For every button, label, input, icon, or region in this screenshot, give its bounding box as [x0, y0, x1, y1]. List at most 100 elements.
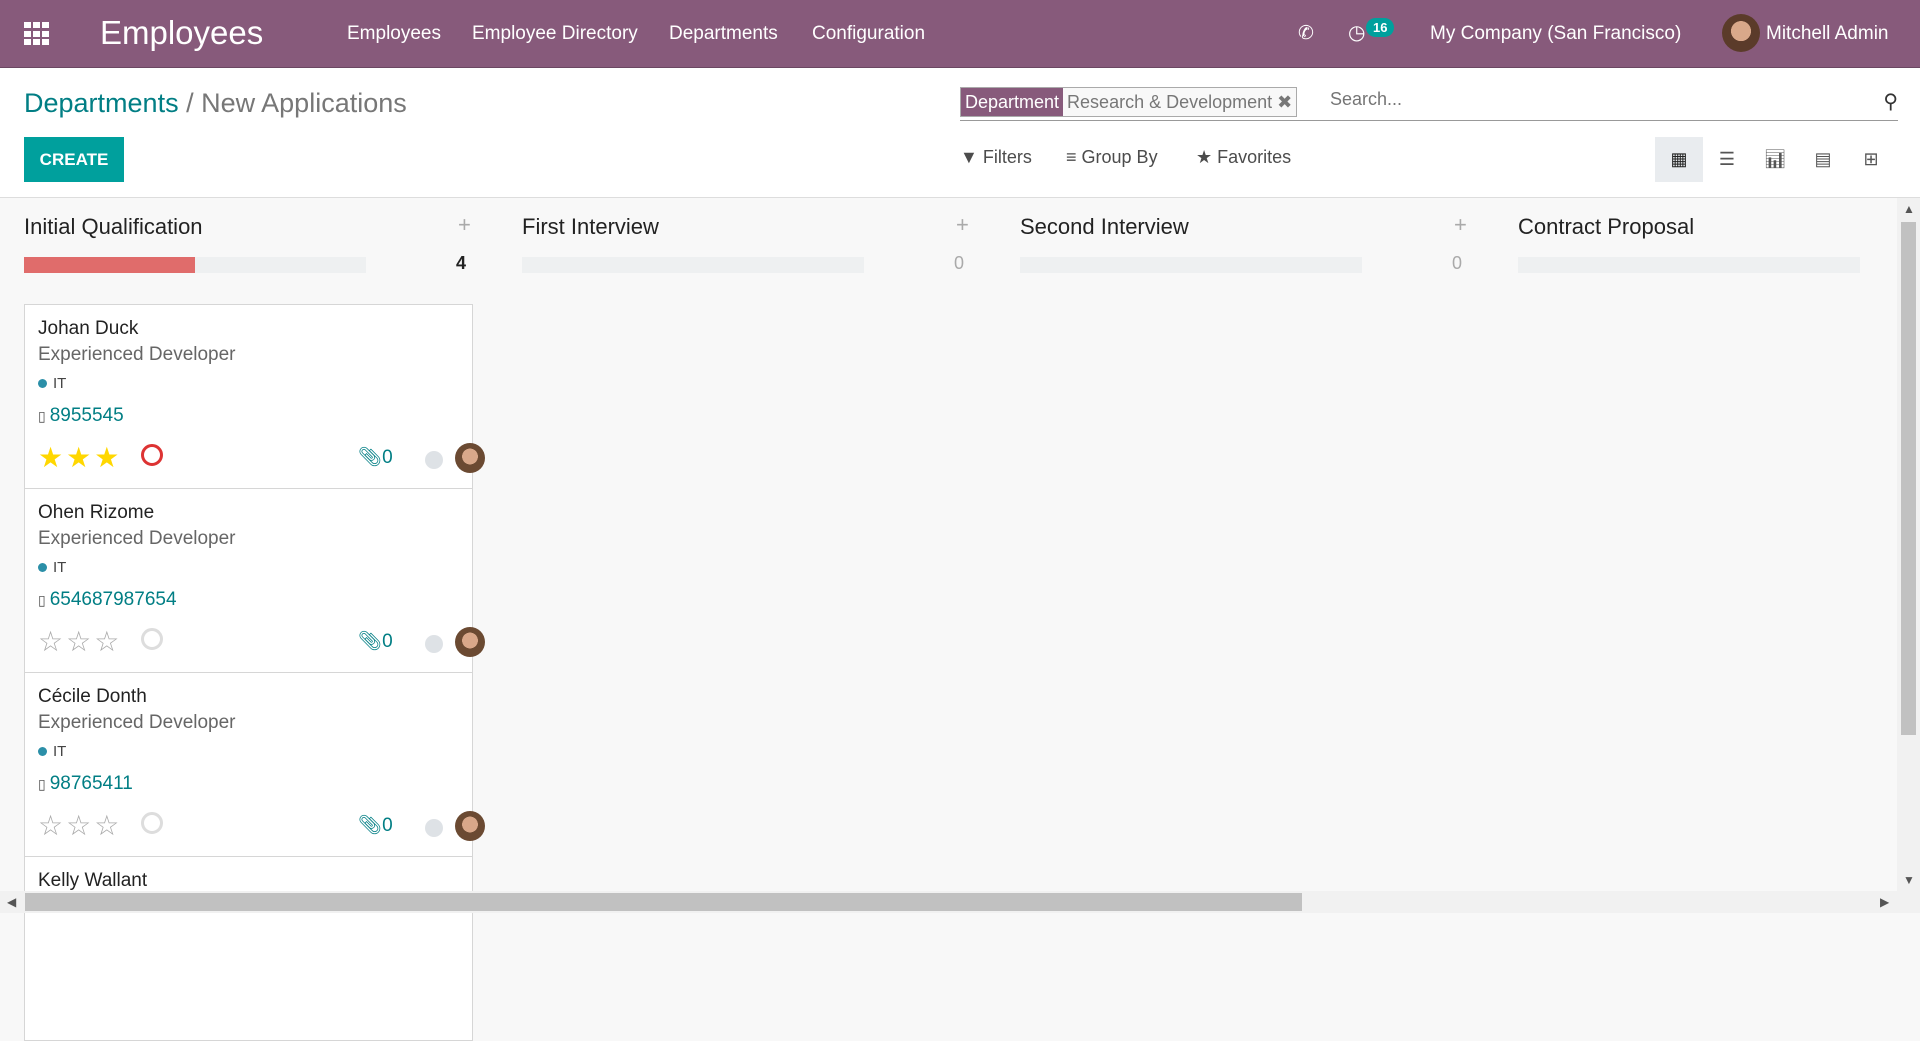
priority-star-icon[interactable]: ☆ [66, 810, 94, 841]
phone[interactable]: ▯ 98765411 [38, 773, 133, 795]
column-progress-bar[interactable] [24, 257, 366, 273]
group-by-button[interactable]: ≡ Group By [1066, 147, 1158, 168]
group-by-label: Group By [1081, 147, 1158, 167]
avatar [455, 443, 485, 473]
search-facet: Department Research & Development ✖ [960, 87, 1298, 117]
create-button[interactable]: CREATE [24, 137, 124, 182]
column-progress-bar [522, 257, 864, 273]
favorites-button[interactable]: ★ Favorites [1196, 147, 1291, 168]
phone[interactable]: ▯ 8955545 [38, 405, 124, 427]
kanban-view-icon[interactable]: ▦ [1655, 137, 1703, 182]
search-bar: Department Research & Development ✖ ⚲ [960, 87, 1898, 121]
paperclip-icon: 📎︎ [358, 447, 383, 468]
facet-value: Research & Development [1067, 92, 1273, 112]
horizontal-scrollbar[interactable]: ◀ ▶ [0, 891, 1920, 913]
menu-employees[interactable]: Employees [347, 23, 441, 45]
remove-facet-icon[interactable]: ✖ [1277, 92, 1292, 112]
priority-star-icon[interactable]: ★ [38, 442, 66, 473]
job-title: Experienced Developer [38, 712, 236, 733]
phone[interactable]: ▯ 654687987654 [38, 589, 177, 611]
priority-star-icon[interactable]: ☆ [94, 810, 122, 841]
kanban-state-dot[interactable] [425, 451, 443, 469]
priority-star-icon[interactable]: ★ [66, 442, 94, 473]
paperclip-icon: 📎︎ [358, 631, 383, 652]
applicant-card[interactable]: Ohen Rizome Experienced Developer IT ▯ 65… [24, 488, 485, 673]
column-title: Second Interview [1020, 214, 1189, 239]
scroll-thumb[interactable] [1901, 222, 1916, 735]
priority-star-icon[interactable]: ☆ [38, 626, 66, 657]
phone-icon[interactable]: ✆ [1298, 22, 1314, 45]
mobile-icon: ▯ [38, 776, 46, 792]
scroll-thumb[interactable] [25, 893, 1302, 911]
search-icon[interactable]: ⚲ [1883, 89, 1898, 114]
menu-employee-directory[interactable]: Employee Directory [472, 23, 638, 45]
applicant-name: Ohen Rizome [38, 502, 155, 523]
user-menu[interactable]: Mitchell Admin [1766, 23, 1889, 45]
apps-menu-icon[interactable] [24, 22, 50, 46]
progress-red-fill[interactable] [24, 257, 195, 273]
add-card-plus-icon[interactable]: + [1454, 212, 1467, 238]
applicant-card[interactable]: Kelly Wallant [24, 856, 473, 1041]
priority-stars[interactable]: ★★★ [38, 441, 122, 474]
applicant-name: Cécile Donth [38, 686, 147, 707]
attachment-count[interactable]: 📎︎0 [358, 629, 393, 653]
tag: IT [38, 375, 66, 392]
priority-stars[interactable]: ☆☆☆ [38, 809, 122, 842]
activity-clock-icon[interactable] [141, 628, 163, 650]
attachment-count[interactable]: 📎︎0 [358, 813, 393, 837]
priority-stars[interactable]: ☆☆☆ [38, 625, 122, 658]
activity-clock-icon[interactable] [141, 444, 163, 466]
priority-star-icon[interactable]: ☆ [94, 626, 122, 657]
tag: IT [38, 559, 66, 576]
filters-button[interactable]: ▼ Filters [960, 147, 1032, 168]
company-switcher[interactable]: My Company (San Francisco) [1430, 23, 1681, 45]
applicant-card[interactable]: Cécile Donth Experienced Developer IT ▯ 9… [24, 672, 485, 857]
column-title: First Interview [522, 214, 659, 239]
column-progress-bar [1020, 257, 1362, 273]
view-switcher: ▦ ☰ 📊︎ ▤ ⊞ [1655, 137, 1895, 182]
avatar [455, 627, 485, 657]
add-card-plus-icon[interactable]: + [956, 212, 969, 238]
menu-departments[interactable]: Departments [669, 23, 778, 45]
mobile-icon: ▯ [38, 592, 46, 608]
paperclip-icon: 📎︎ [358, 815, 383, 836]
priority-star-icon[interactable]: ☆ [66, 626, 94, 657]
activity-clock-icon[interactable] [141, 812, 163, 834]
job-title: Experienced Developer [38, 528, 236, 549]
app-title[interactable]: Employees [100, 14, 263, 52]
column-count: 0 [1451, 253, 1462, 273]
applicant-name: Johan Duck [38, 318, 139, 339]
breadcrumb-departments[interactable]: Departments [24, 88, 179, 118]
graph-view-icon[interactable]: 📊︎ [1751, 137, 1799, 182]
activity-count-badge[interactable]: 16 [1366, 18, 1395, 37]
tag: IT [38, 743, 66, 760]
column-progress-bar [1518, 257, 1860, 273]
star-icon: ★ [1196, 147, 1213, 167]
breadcrumb: Departments / New Applications [24, 88, 407, 119]
user-avatar[interactable] [1722, 14, 1760, 52]
add-card-plus-icon[interactable]: + [458, 212, 471, 238]
menu-configuration[interactable]: Configuration [812, 23, 925, 45]
search-input[interactable] [1330, 89, 1830, 110]
kanban-state-dot[interactable] [425, 819, 443, 837]
pivot-view-icon[interactable]: ⊞ [1847, 137, 1895, 182]
list-view-icon[interactable]: ☰ [1703, 137, 1751, 182]
column-count: 0 [953, 253, 964, 273]
breadcrumb-separator: / [186, 88, 194, 118]
attachment-count[interactable]: 📎︎0 [358, 445, 393, 469]
control-panel: Departments / New Applications CREATE De… [0, 68, 1920, 198]
calendar-view-icon[interactable]: ▤ [1799, 137, 1847, 182]
applicant-name: Kelly Wallant [38, 870, 148, 891]
priority-star-icon[interactable]: ☆ [38, 810, 66, 841]
filter-icon: ▼ [960, 147, 978, 167]
job-title: Experienced Developer [38, 344, 236, 365]
activity-clock-icon[interactable]: ◷ [1348, 20, 1365, 45]
favorites-label: Favorites [1217, 147, 1292, 167]
vertical-scrollbar[interactable]: ▲ ▼ [1897, 198, 1920, 891]
bars-icon: ≡ [1066, 147, 1077, 167]
facet-key: Department [961, 88, 1064, 116]
priority-star-icon[interactable]: ★ [94, 442, 122, 473]
kanban-state-dot[interactable] [425, 635, 443, 653]
filters-label: Filters [982, 147, 1032, 167]
applicant-card[interactable]: Johan Duck Experienced Developer IT ▯ 895… [24, 304, 485, 489]
